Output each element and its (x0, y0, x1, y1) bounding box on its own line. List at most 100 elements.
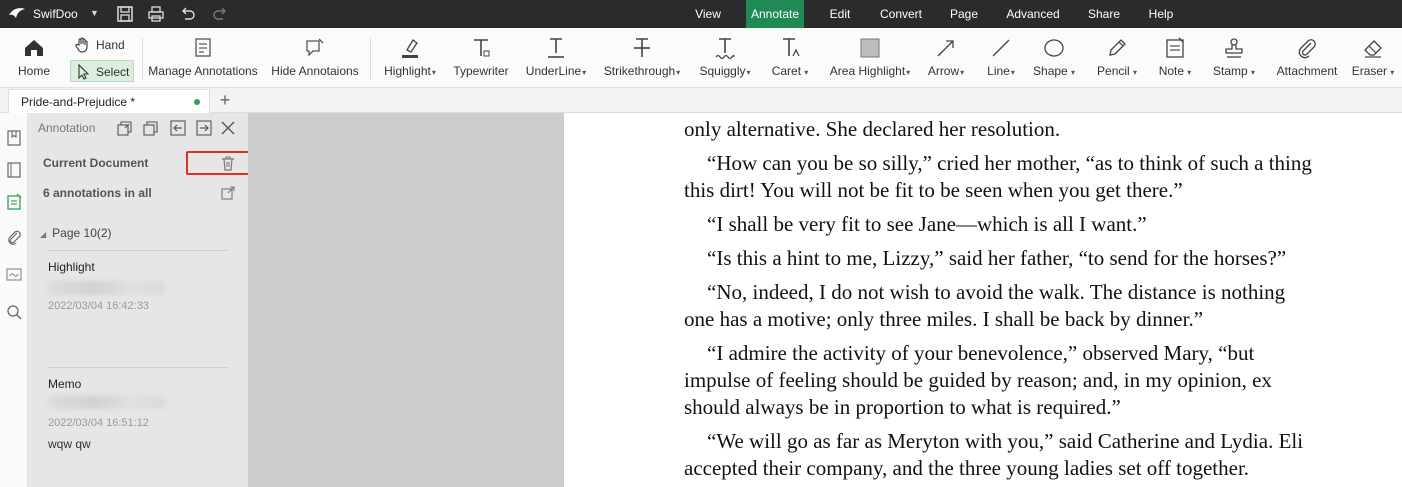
text-line: “We will go as far as Meryton with you,”… (707, 429, 1304, 453)
left-icon-strip (0, 113, 28, 487)
save-icon[interactable] (116, 5, 134, 23)
chevron-down-icon: ▾ (906, 68, 911, 77)
menu-page[interactable]: Page (945, 0, 983, 28)
close-icon[interactable] (219, 119, 237, 137)
manage-annotations-button[interactable]: Manage Annotations (144, 28, 262, 88)
text-line: “No, indeed, I do not wish to avoid the … (707, 280, 1286, 304)
menu-convert[interactable]: Convert (873, 0, 929, 28)
app-name[interactable]: SwifDoo (33, 7, 78, 21)
annotation-type[interactable]: Memo (48, 377, 81, 391)
export-note-icon[interactable] (220, 185, 236, 201)
hide-annotations-button[interactable]: Hide Annotaions (266, 28, 364, 88)
underline-icon (544, 36, 568, 60)
signature-panel-icon[interactable] (5, 265, 23, 283)
print-icon[interactable] (147, 5, 165, 23)
collapse-all-icon[interactable] (142, 119, 160, 137)
pencil-icon (1105, 36, 1129, 60)
select-tool-button[interactable]: Select (70, 60, 134, 82)
typewriter-icon (469, 36, 493, 60)
text-line: “How can you be so silly,” cried her mot… (707, 151, 1312, 175)
underline-tool-button[interactable]: UnderLine▾ (522, 28, 590, 88)
chevron-down-icon: ▾ (1185, 68, 1192, 77)
text-line: “I admire the activity of your benevolen… (707, 341, 1255, 365)
annotation-type[interactable]: Highlight (48, 260, 95, 274)
typewriter-tool-button[interactable]: Typewriter (448, 28, 514, 88)
squiggly-icon (713, 36, 737, 60)
note-tool-button[interactable]: Note ▾ (1152, 28, 1198, 88)
annotation-count: 6 annotations in all (43, 186, 152, 200)
annotation-note-text: wqw qw (48, 437, 91, 451)
text-line: “Is this a hint to me, Lizzy,” said her … (707, 246, 1287, 270)
strikethrough-tool-button[interactable]: Strikethrough▾ (598, 28, 686, 88)
page-group-toggle[interactable]: ◢ Page 10(2) (40, 226, 112, 240)
bookmark-panel-icon[interactable] (5, 129, 23, 147)
menu-annotate[interactable]: Annotate (746, 0, 804, 28)
menu-share[interactable]: Share (1083, 0, 1125, 28)
text-line: “I shall be very fit to see Jane—which i… (707, 212, 1147, 236)
expand-all-icon[interactable] (116, 119, 134, 137)
highlight-tool-button[interactable]: Highlight▾ (380, 28, 440, 88)
home-button[interactable]: Home (10, 28, 58, 88)
blurred-annotation-content (48, 281, 166, 295)
hand-icon (74, 36, 92, 54)
eraser-tool-button[interactable]: Eraser ▾ (1350, 28, 1396, 88)
chevron-down-icon: ▾ (746, 68, 751, 77)
document-page[interactable]: only alternative. She declared her resol… (564, 113, 1402, 487)
pencil-tool-button[interactable]: Pencil ▾ (1092, 28, 1142, 88)
add-tab-plus-icon[interactable]: + (216, 90, 234, 110)
unsaved-indicator-dot (194, 99, 200, 105)
stamp-icon (1222, 36, 1246, 60)
export-annotations-icon[interactable] (195, 119, 213, 137)
chevron-down-icon: ▾ (960, 68, 965, 77)
menu-edit[interactable]: Edit (822, 0, 858, 28)
menu-help[interactable]: Help (1142, 0, 1180, 28)
caret-tool-button[interactable]: Caret ▾ (766, 28, 814, 88)
chevron-down-icon: ▾ (1130, 68, 1137, 77)
stamp-tool-button[interactable]: Stamp ▾ (1210, 28, 1258, 88)
eraser-icon (1361, 36, 1385, 60)
canvas-background (248, 113, 564, 487)
text-line: one has a motive; only three miles. I sh… (684, 307, 1204, 331)
collapse-triangle-icon: ◢ (40, 230, 47, 239)
note-icon (1163, 36, 1187, 60)
redo-icon[interactable] (211, 5, 229, 23)
chevron-down-icon: ▾ (1068, 68, 1075, 77)
chevron-down-icon: ▾ (582, 68, 587, 77)
app-menu-chevron-icon[interactable]: ▼ (90, 8, 99, 18)
hand-tool-button[interactable]: Hand (70, 35, 134, 55)
import-annotations-icon[interactable] (169, 119, 187, 137)
highlighter-icon (398, 36, 422, 60)
toolbar-separator (370, 38, 371, 80)
attachment-panel-icon[interactable] (5, 228, 23, 246)
cursor-arrow-icon (75, 63, 93, 81)
annotation-panel-icon[interactable] (5, 193, 23, 211)
area-highlight-tool-button[interactable]: Area Highlight▾ (824, 28, 916, 88)
manage-annotations-icon (191, 36, 215, 60)
strikethrough-icon (630, 36, 654, 60)
chevron-down-icon: ▾ (802, 68, 809, 77)
attachment-tool-button[interactable]: Attachment (1270, 28, 1344, 88)
arrow-icon (934, 36, 958, 60)
text-line: only alternative. She declared her resol… (684, 117, 1061, 141)
chevron-down-icon: ▾ (1010, 68, 1015, 77)
search-icon[interactable] (5, 303, 23, 321)
undo-icon[interactable] (179, 5, 197, 23)
text-line: this dirt! You will not be fit to be see… (684, 178, 1183, 202)
arrow-tool-button[interactable]: Arrow▾ (922, 28, 970, 88)
current-document-label: Current Document (43, 156, 149, 170)
ellipse-icon (1042, 36, 1066, 60)
document-tab-bar: Pride-and-Prejudice * + (0, 88, 1402, 113)
annotation-time: 2022/03/04 16:51:12 (48, 417, 149, 429)
menu-advanced[interactable]: Advanced (1000, 0, 1066, 28)
area-highlight-icon (858, 36, 882, 60)
squiggly-tool-button[interactable]: Squiggly▾ (694, 28, 756, 88)
menu-view[interactable]: View (688, 0, 728, 28)
caret-icon (778, 36, 802, 60)
tab-pride-and-prejudice[interactable]: Pride-and-Prejudice * (8, 89, 210, 113)
thumbnail-panel-icon[interactable] (5, 161, 23, 179)
toolbar-separator (142, 38, 143, 80)
line-tool-button[interactable]: Line▾ (980, 28, 1022, 88)
shape-tool-button[interactable]: Shape ▾ (1030, 28, 1078, 88)
title-bar: SwifDoo ▼ View Annotate Edit Convert Pag… (0, 0, 1402, 28)
divider (48, 250, 228, 251)
